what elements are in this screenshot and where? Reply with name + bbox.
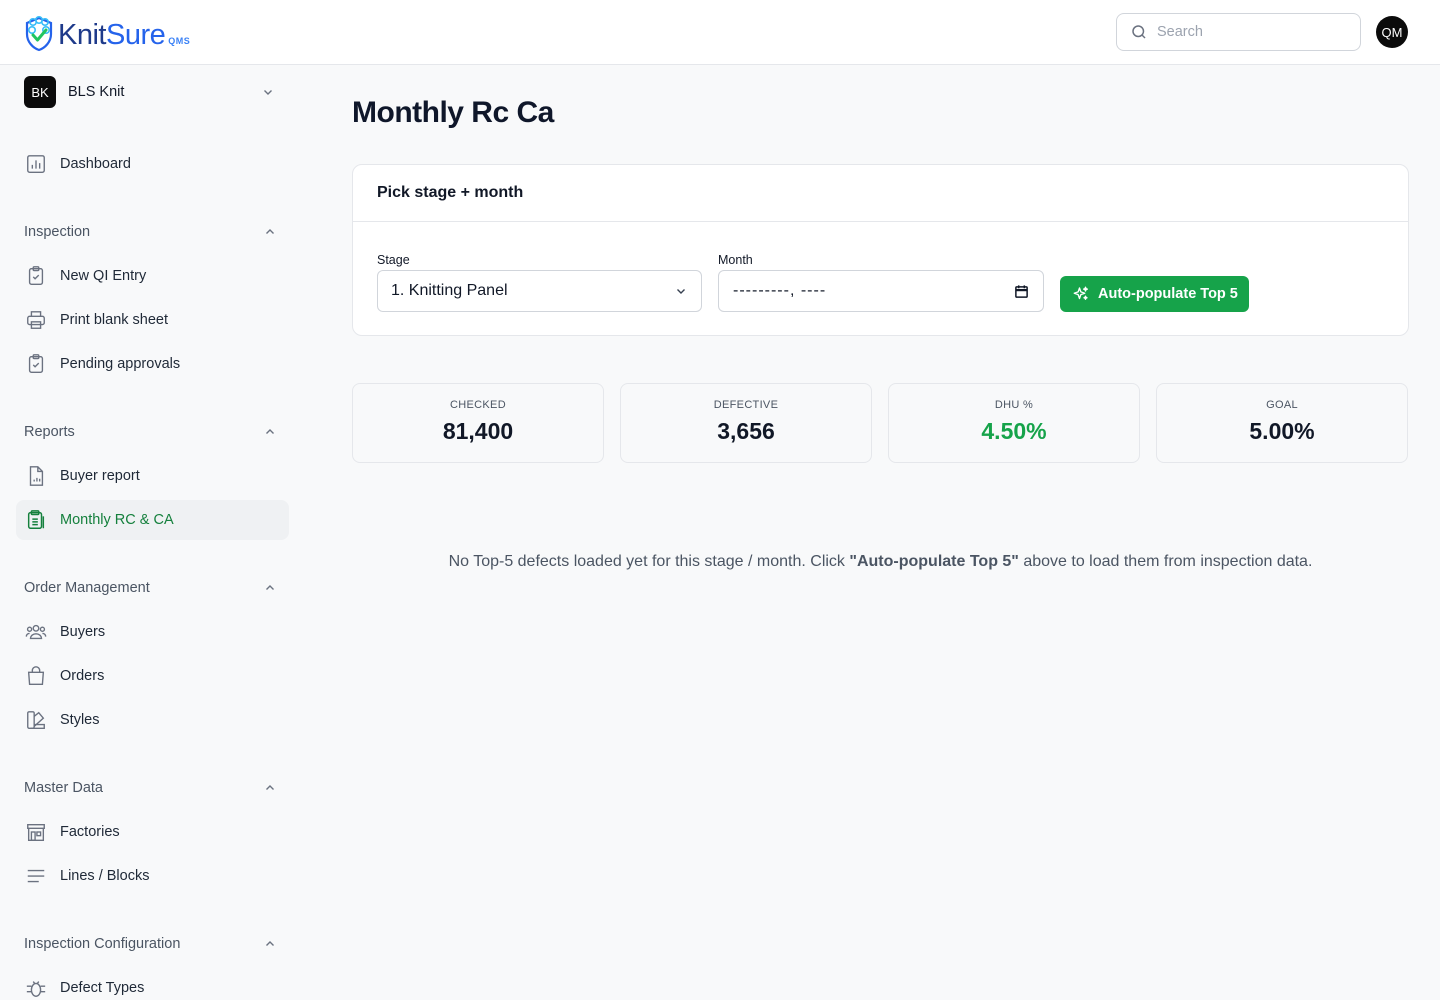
stat-value: 5.00% [1249, 418, 1315, 444]
sidebar-item-label: Print blank sheet [60, 312, 169, 328]
month-input[interactable]: ---------, ---- [718, 270, 1044, 312]
search-box[interactable] [1116, 13, 1361, 51]
chevron-down-icon [677, 289, 685, 294]
org-name: BLS Knit [68, 84, 125, 100]
section-inspection[interactable]: Inspection [24, 220, 280, 244]
chevron-up-icon [266, 585, 274, 590]
section-inspection-configuration[interactable]: Inspection Configuration [24, 932, 280, 956]
stage-select-value: 1. Knitting Panel [391, 282, 508, 299]
sidebar-item-label: Buyer report [60, 468, 140, 484]
stat-label: DHU % [994, 399, 1034, 411]
clipboard-list-icon [24, 508, 48, 532]
stat-card-defective: DEFECTIVE 3,656 [620, 383, 872, 463]
sidebar-item-buyer-report[interactable]: Buyer report [16, 456, 289, 496]
stat-card-goal: GOAL 5.00% [1156, 383, 1408, 463]
sidebar-item-label: Buyers [60, 624, 106, 640]
stat-card-dhu: DHU % 4.50% [888, 383, 1140, 463]
clipboard-check-icon [24, 352, 48, 376]
sidebar-item-label: Monthly RC & CA [60, 512, 174, 528]
sidebar-item-print-blank-sheet[interactable]: Print blank sheet [16, 300, 289, 340]
knit-shield-logo-icon [25, 16, 53, 52]
section-order-management[interactable]: Order Management [24, 576, 280, 600]
document-chart-icon [24, 464, 48, 488]
sidebar-item-label: Defect Types [60, 980, 145, 996]
sidebar-item-factories[interactable]: Factories [16, 812, 289, 852]
month-label: Month [718, 253, 753, 267]
search-icon [1132, 25, 1146, 39]
stat-label: DEFECTIVE [713, 399, 779, 411]
org-switcher[interactable]: BK BLS Knit [24, 76, 280, 108]
sidebar: BK BLS Knit Dashboard Inspection New QI … [0, 65, 304, 1000]
stat-value: 3,656 [717, 418, 775, 444]
stat-value: 4.50% [981, 418, 1047, 444]
sidebar-item-label: Orders [60, 668, 105, 684]
app-logo[interactable]: KnitSure QMS [24, 14, 190, 52]
section-label: Reports [24, 424, 75, 440]
sparkles-icon [1073, 286, 1089, 300]
stat-label: CHECKED [450, 399, 506, 411]
card-title: Pick stage + month [377, 184, 524, 201]
app-name: KnitSure [58, 19, 166, 51]
stage-select[interactable]: 1. Knitting Panel [377, 270, 702, 312]
org-badge: BK [24, 76, 56, 108]
empty-text-button-ref: "Auto-populate Top 5" [849, 553, 1019, 570]
sidebar-item-lines-blocks[interactable]: Lines / Blocks [16, 856, 289, 896]
shopping-bag-icon [24, 664, 48, 688]
stat-value: 81,400 [442, 418, 514, 444]
section-label: Inspection Configuration [24, 936, 181, 952]
storefront-icon [24, 820, 48, 844]
sidebar-item-pending-approvals[interactable]: Pending approvals [16, 344, 289, 384]
sidebar-item-label: Dashboard [60, 156, 131, 172]
lines-icon [24, 864, 48, 888]
section-reports[interactable]: Reports [24, 420, 280, 444]
sidebar-item-label: New QI Entry [60, 268, 147, 284]
search-input[interactable] [1157, 24, 1347, 40]
section-master-data[interactable]: Master Data [24, 776, 280, 800]
sidebar-item-buyers[interactable]: Buyers [16, 612, 289, 652]
clipboard-check-icon [24, 264, 48, 288]
card-header: Pick stage + month [353, 165, 1408, 222]
chevron-down-icon [264, 90, 272, 95]
auto-populate-button-label: Auto-populate Top 5 [1098, 286, 1238, 302]
sidebar-item-defect-types[interactable]: Defect Types [16, 968, 289, 1000]
sidebar-item-label: Factories [60, 824, 120, 840]
empty-text-post: above to load them from inspection data. [1018, 553, 1313, 570]
sidebar-item-label: Pending approvals [60, 356, 181, 372]
sidebar-item-label: Lines / Blocks [60, 868, 150, 884]
calendar-icon[interactable] [1014, 284, 1029, 299]
swatch-icon [24, 708, 48, 732]
users-icon [24, 620, 48, 644]
filter-card: Pick stage + month Stage 1. Knitting Pan… [352, 164, 1409, 336]
printer-icon [24, 308, 48, 332]
user-avatar[interactable]: QM [1376, 16, 1408, 48]
stats-row: CHECKED 81,400 DEFECTIVE 3,656 DHU % 4.5… [352, 383, 1409, 463]
sidebar-item-styles[interactable]: Styles [16, 700, 289, 740]
stat-card-checked: CHECKED 81,400 [352, 383, 604, 463]
section-label: Inspection [24, 224, 91, 240]
section-label: Order Management [24, 580, 150, 596]
sidebar-item-dashboard[interactable]: Dashboard [16, 144, 289, 184]
chevron-up-icon [266, 429, 274, 434]
sidebar-item-monthly-rc-ca[interactable]: Monthly RC & CA [16, 500, 289, 540]
stage-label: Stage [377, 253, 410, 267]
stat-label: GOAL [1266, 399, 1298, 411]
empty-state-message: No Top-5 defects loaded yet for this sta… [352, 553, 1409, 571]
bar-chart-icon [24, 152, 48, 176]
empty-text-pre: No Top-5 defects loaded yet for this sta… [448, 553, 850, 570]
page-title: Monthly Rc Ca [352, 96, 554, 129]
month-input-value: ---------, ---- [733, 282, 827, 299]
section-label: Master Data [24, 780, 103, 796]
top-bar: KnitSure QMS QM [0, 0, 1440, 65]
app-subtitle: QMS [168, 36, 191, 46]
sidebar-item-new-qi-entry[interactable]: New QI Entry [16, 256, 289, 296]
chevron-up-icon [266, 229, 274, 234]
bug-icon [24, 976, 48, 1000]
sidebar-item-label: Styles [60, 712, 100, 728]
chevron-up-icon [266, 941, 274, 946]
chevron-up-icon [266, 785, 274, 790]
auto-populate-button[interactable]: Auto-populate Top 5 [1060, 276, 1249, 312]
sidebar-item-orders[interactable]: Orders [16, 656, 289, 696]
